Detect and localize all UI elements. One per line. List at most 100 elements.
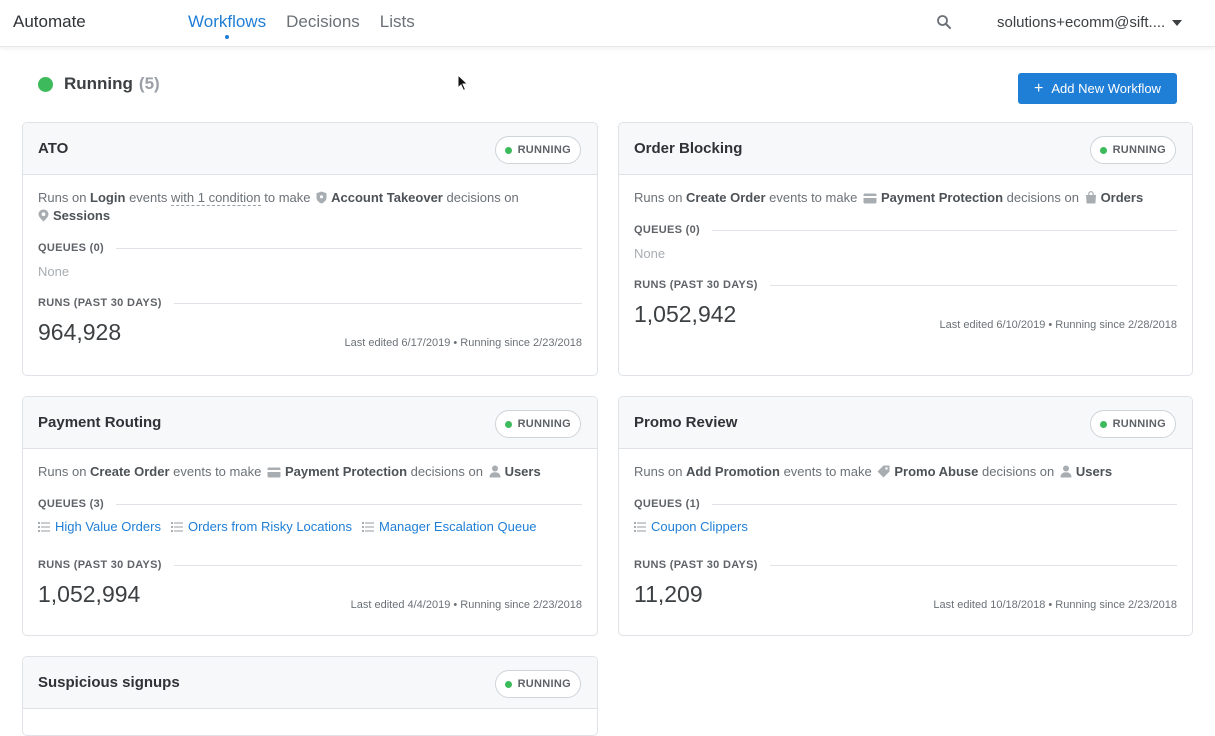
desc-events-word: events	[129, 190, 168, 205]
runs-label: RUNS (PAST 30 DAYS)	[38, 297, 162, 309]
desc-events-word: events to make	[769, 190, 858, 205]
desc-event: Create Order	[90, 464, 170, 479]
queues-none: None	[38, 264, 70, 279]
account-menu[interactable]: solutions+ecomm@sift....	[997, 14, 1183, 31]
queues-list: Coupon Clippers	[634, 519, 1177, 534]
shield-icon	[316, 191, 327, 204]
card-header: Payment Routing RUNNING	[23, 397, 597, 449]
desc-event: Login	[90, 190, 126, 205]
queue-link[interactable]: High Value Orders	[38, 519, 161, 534]
desc-runs-on: Runs on	[38, 190, 87, 205]
runs-count: 1,052,994	[38, 581, 141, 607]
status-badge: RUNNING	[494, 670, 581, 698]
divider	[711, 229, 1177, 231]
status-badge-label: RUNNING	[1112, 418, 1166, 430]
queues-label: QUEUES (0)	[38, 242, 104, 254]
running-dot-icon	[1099, 146, 1107, 154]
desc-runs-on: Runs on	[634, 464, 683, 479]
desc-decision: Account Takeover	[331, 190, 443, 205]
queue-link[interactable]: Coupon Clippers	[634, 519, 748, 534]
workflow-description: Runs on Create Order events to make Paym…	[634, 189, 1177, 207]
divider	[769, 284, 1177, 286]
workflow-meta: Last edited 10/18/2018 • Running since 2…	[933, 599, 1177, 611]
desc-decisions-on: decisions on	[1006, 190, 1079, 205]
card-header: Promo Review RUNNING	[619, 397, 1192, 449]
card-header: ATO RUNNING	[23, 123, 597, 175]
desc-decisions-on: decisions on	[982, 464, 1055, 479]
workflow-card-promo-review[interactable]: Promo Review RUNNING Runs on Add Promoti…	[618, 396, 1193, 636]
divider	[173, 302, 582, 304]
card-title[interactable]: Order Blocking	[634, 140, 742, 157]
list-icon	[170, 521, 183, 532]
list-icon	[634, 521, 646, 532]
status-header: Running (5)	[38, 74, 160, 94]
desc-condition[interactable]: with 1 condition	[171, 190, 261, 206]
workflow-description: Runs on Login events with 1 condition to…	[38, 189, 582, 225]
top-bar: Automate Workflows Decisions Lists solut…	[0, 0, 1215, 47]
running-status-dot	[38, 76, 53, 92]
desc-decision: Promo Abuse	[894, 464, 979, 479]
status-badge-label: RUNNING	[517, 144, 571, 156]
runs-label: RUNS (PAST 30 DAYS)	[38, 559, 162, 571]
divider	[115, 503, 582, 505]
queue-name: Manager Escalation Queue	[378, 519, 537, 534]
location-pin-icon	[38, 209, 49, 222]
workflow-card-ato[interactable]: ATO RUNNING Runs on Login events with 1 …	[22, 122, 598, 376]
queues-section: QUEUES (0)	[38, 242, 582, 254]
card-title[interactable]: ATO	[38, 140, 68, 157]
nav-lists[interactable]: Lists	[380, 12, 415, 32]
nav-workflows[interactable]: Workflows	[188, 12, 266, 39]
shopping-bag-icon	[1085, 191, 1096, 204]
list-icon	[361, 521, 374, 532]
running-dot-icon	[504, 680, 512, 688]
status-badge: RUNNING	[1089, 410, 1176, 438]
runs-section: RUNS (PAST 30 DAYS)	[38, 297, 582, 309]
queue-name: Orders from Risky Locations	[187, 519, 352, 534]
card-title[interactable]: Payment Routing	[38, 414, 161, 431]
runs-label: RUNS (PAST 30 DAYS)	[634, 279, 758, 291]
account-email: solutions+ecomm@sift....	[997, 14, 1166, 31]
queue-link[interactable]: Manager Escalation Queue	[361, 519, 537, 534]
workflow-card-order-blocking[interactable]: Order Blocking RUNNING Runs on Create Or…	[618, 122, 1193, 376]
plus-icon: +	[1034, 79, 1044, 97]
workflow-description: Runs on Create Order events to make Paym…	[38, 463, 582, 481]
workflow-meta: Last edited 6/10/2019 • Running since 2/…	[939, 319, 1177, 331]
workflow-card-suspicious-signups[interactable]: Suspicious signups RUNNING	[22, 656, 598, 736]
divider	[769, 564, 1177, 566]
workflow-meta: Last edited 4/4/2019 • Running since 2/2…	[350, 599, 582, 611]
status-count: (5)	[138, 74, 160, 93]
card-title[interactable]: Suspicious signups	[38, 674, 180, 691]
nav-decisions[interactable]: Decisions	[286, 12, 360, 32]
divider	[115, 247, 582, 249]
runs-count: 11,209	[634, 581, 703, 607]
card-title[interactable]: Promo Review	[634, 414, 737, 431]
running-dot-icon	[504, 146, 512, 154]
status-badge-label: RUNNING	[1112, 144, 1166, 156]
desc-to-make: to make	[264, 190, 311, 205]
status-badge: RUNNING	[494, 410, 581, 438]
divider	[173, 564, 582, 566]
credit-card-icon	[267, 467, 281, 478]
desc-runs-on: Runs on	[634, 190, 683, 205]
queue-link[interactable]: Orders from Risky Locations	[170, 519, 352, 534]
card-header: Suspicious signups RUNNING	[23, 657, 597, 709]
credit-card-icon	[863, 193, 877, 204]
queues-label: QUEUES (1)	[634, 498, 700, 510]
status-badge: RUNNING	[494, 136, 581, 164]
add-new-workflow-button[interactable]: + Add New Workflow	[1018, 73, 1177, 104]
queues-label: QUEUES (0)	[634, 224, 700, 236]
desc-decisions-on: decisions on	[446, 190, 519, 205]
queues-none: None	[634, 246, 666, 261]
desc-entity: Users	[504, 464, 541, 479]
desc-runs-on: Runs on	[38, 464, 87, 479]
search-icon[interactable]	[936, 14, 952, 30]
desc-entity: Orders	[1100, 190, 1144, 205]
app-brand[interactable]: Automate	[13, 12, 86, 32]
status-badge: RUNNING	[1089, 136, 1176, 164]
mouse-cursor-icon	[457, 74, 469, 92]
card-header: Order Blocking RUNNING	[619, 123, 1192, 175]
list-icon	[38, 521, 50, 532]
queues-section: QUEUES (0)	[634, 224, 1177, 236]
status-badge-label: RUNNING	[517, 678, 571, 690]
workflow-card-payment-routing[interactable]: Payment Routing RUNNING Runs on Create O…	[22, 396, 598, 636]
